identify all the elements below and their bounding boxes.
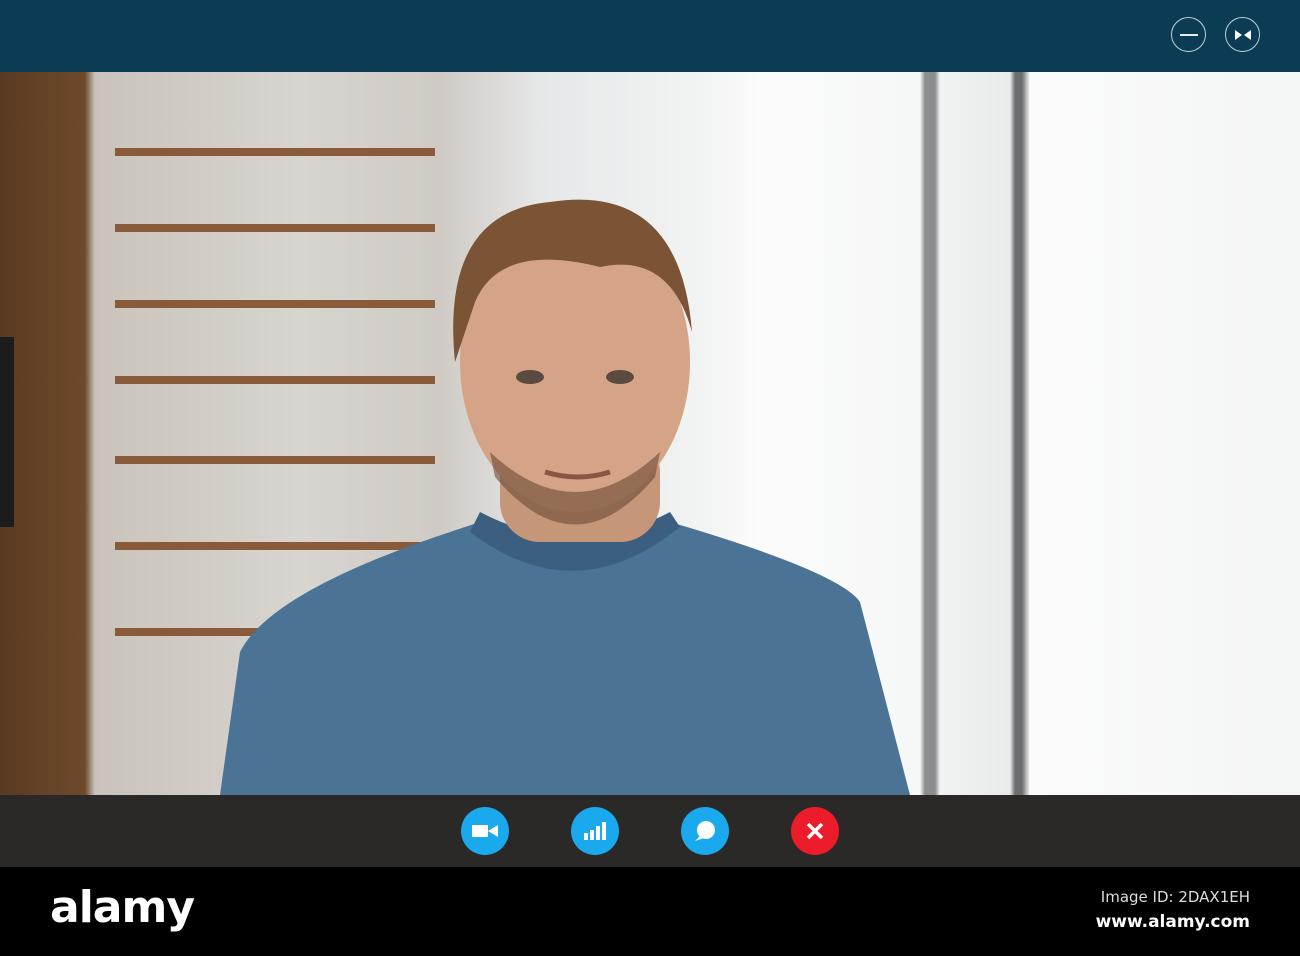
minimize-icon (1179, 33, 1198, 36)
chat-bubble-icon (695, 821, 715, 841)
alamy-logo: alamy (50, 882, 195, 933)
close-icon (806, 822, 824, 840)
image-id: Image ID: 2DAX1EH (1100, 888, 1250, 906)
video-camera-button[interactable] (461, 807, 509, 855)
video-feed (0, 72, 1300, 795)
end-call-button[interactable] (791, 807, 839, 855)
signal-button[interactable] (571, 807, 619, 855)
participant (220, 199, 910, 795)
signal-bars-icon (584, 822, 606, 840)
site-url: www.alamy.com (1095, 912, 1250, 932)
collapse-button[interactable] (1225, 17, 1260, 52)
title-bar (0, 0, 1300, 72)
minimize-button[interactable] (1171, 17, 1206, 52)
call-controls-bar (0, 795, 1300, 867)
collapse-icon (1234, 29, 1251, 40)
chat-button[interactable] (681, 807, 729, 855)
wall-screen (0, 337, 14, 527)
video-camera-icon (472, 825, 498, 837)
